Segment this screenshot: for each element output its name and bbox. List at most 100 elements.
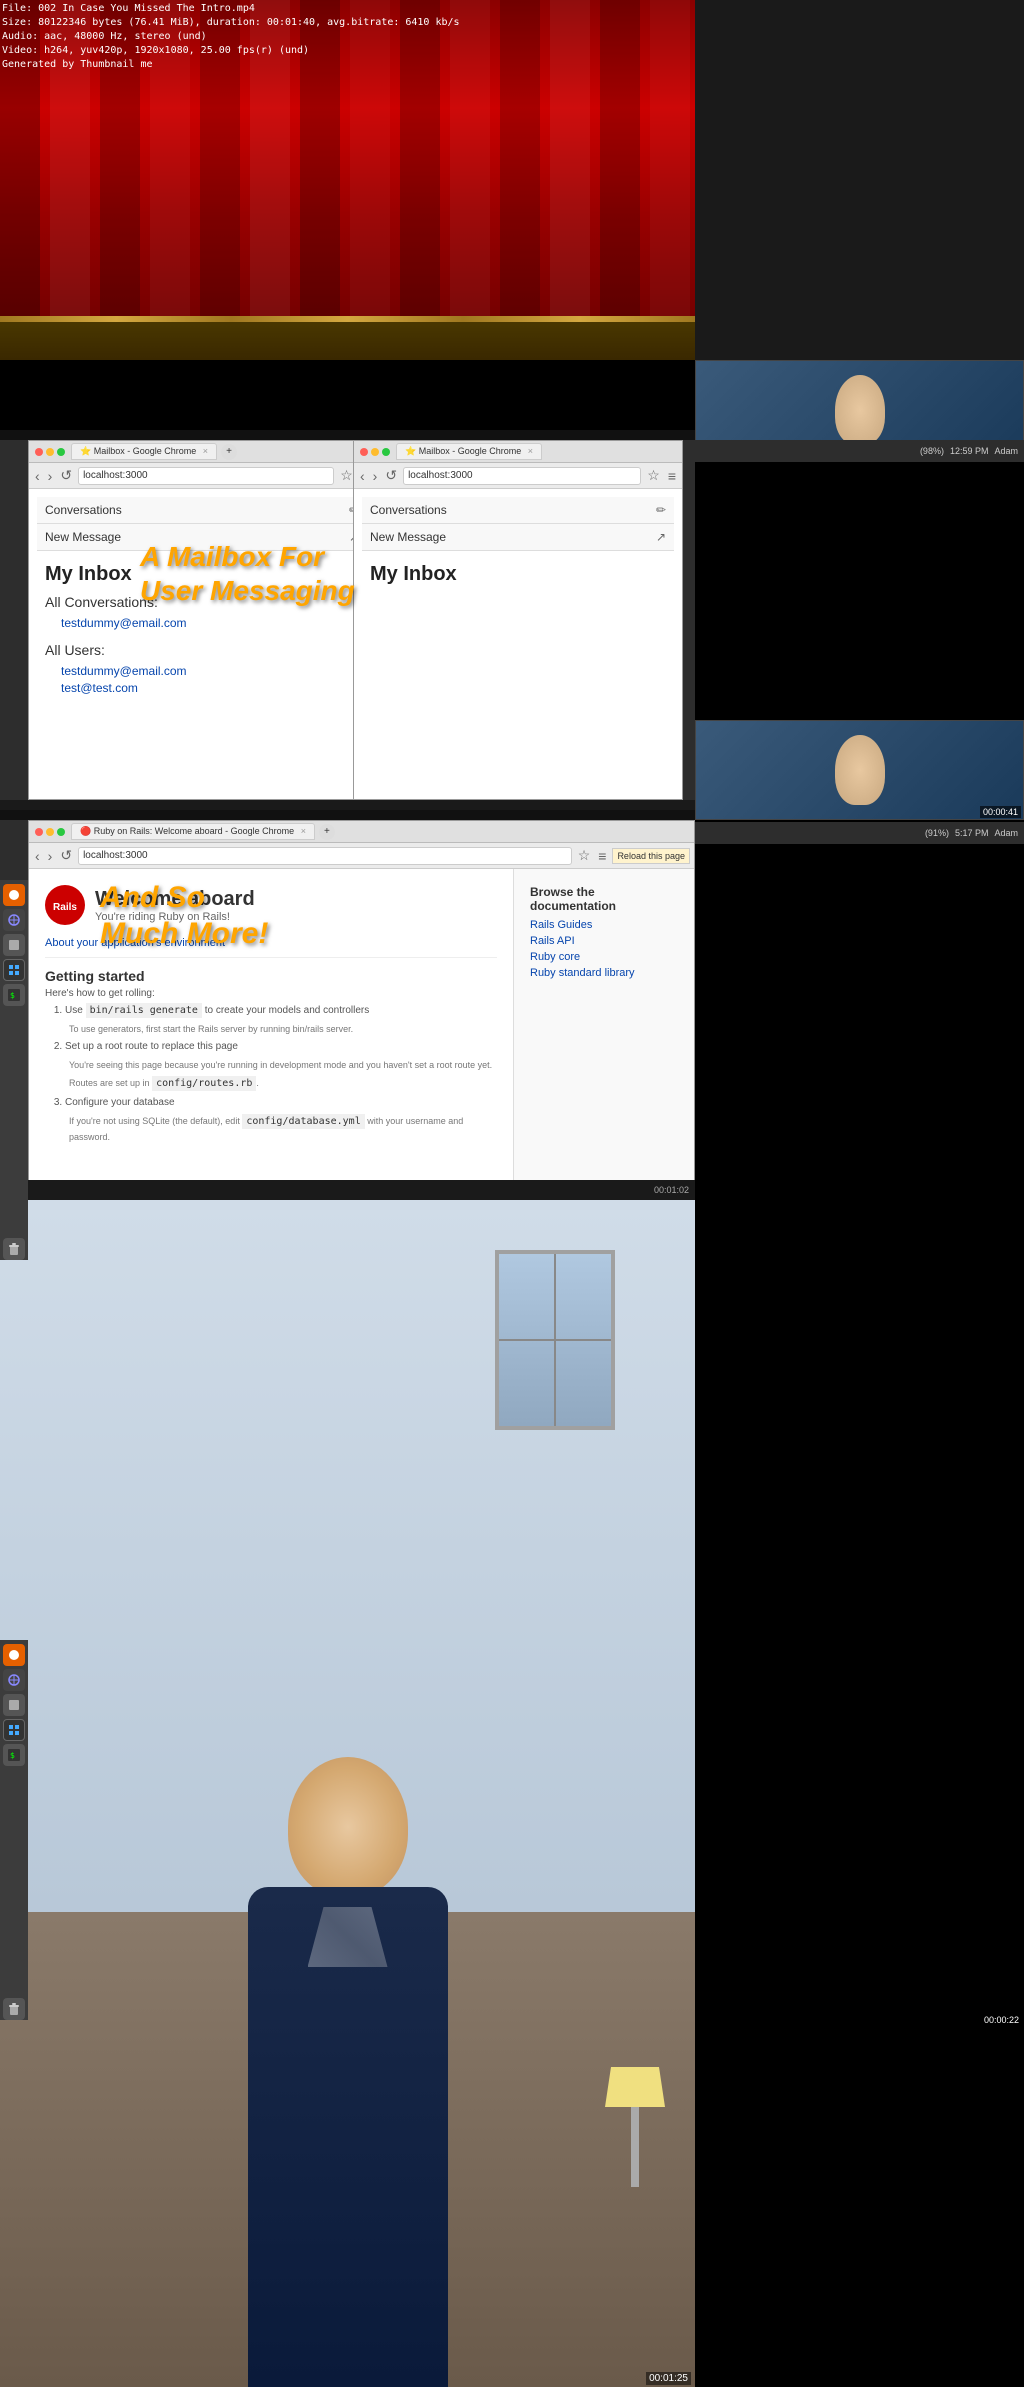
conversation-email-1[interactable]: testdummy@email.com (61, 616, 359, 630)
close-button-right[interactable] (360, 448, 368, 456)
curtain-trim (0, 316, 695, 322)
mailbox-content-left: Conversations ✏ New Message ↗ My Inbox A… (29, 489, 375, 799)
rails-maximize-button[interactable] (57, 828, 65, 836)
system-tray-1: (98%) 12:59 PM Adam (694, 440, 1024, 462)
linux-taskbar: $ (0, 880, 28, 1260)
rails-new-tab-button[interactable]: + (319, 824, 335, 840)
forward-button[interactable]: › (46, 468, 55, 484)
rails-forward-button[interactable]: › (46, 848, 55, 864)
address-bar-right[interactable] (403, 467, 641, 485)
rails-step-1: Use bin/rails generate to create your mo… (65, 1003, 497, 1036)
curtain-fold (600, 0, 640, 360)
taskbar-icon-home[interactable] (3, 884, 25, 906)
taskbar-icon-apps[interactable] (3, 959, 25, 981)
doc-link-api[interactable]: Rails API (530, 935, 678, 947)
taskbar-icon-trash[interactable] (3, 1238, 25, 1260)
file-info-line5: Generated by Thumbnail me (2, 58, 460, 72)
person-video-bg (0, 1200, 695, 2387)
rails-minimize-button[interactable] (46, 828, 54, 836)
conversations-nav-right[interactable]: Conversations ✏ (362, 497, 674, 524)
taskbar-icon-terminal[interactable]: $ (3, 984, 25, 1006)
rails-taskbar-icon-home[interactable] (3, 1644, 25, 1666)
getting-started-title: Getting started (45, 968, 497, 984)
window-controls-right (360, 448, 390, 456)
tab-close-icon-right[interactable]: × (528, 446, 533, 456)
rails-close-button[interactable] (35, 828, 43, 836)
address-bar-left[interactable] (78, 467, 334, 485)
rails-back-button[interactable]: ‹ (33, 848, 42, 864)
rails-step-3-label: Configure your database (65, 1097, 175, 1108)
rails-tab-active[interactable]: 🔴 Ruby on Rails: Welcome aboard - Google… (71, 823, 315, 840)
curtain-fold (500, 0, 540, 360)
forward-button-right[interactable]: › (371, 468, 380, 484)
doc-link-stdlib[interactable]: Ruby standard library (530, 967, 678, 979)
rails-favicon: 🔴 (80, 826, 91, 836)
browser-tab-active[interactable]: ⭐ Mailbox - Google Chrome × (71, 443, 217, 460)
timestamp-rails: 00:01:02 (654, 1185, 689, 1195)
conversations-nav[interactable]: Conversations ✏ (37, 497, 367, 524)
doc-link-ruby[interactable]: Ruby core (530, 951, 678, 963)
browser-tab-right[interactable]: ⭐ Mailbox - Google Chrome × (396, 443, 542, 460)
rails-star-button[interactable]: ☆ (576, 847, 593, 864)
svg-text:$: $ (10, 1751, 15, 1760)
rails-taskbar-icon-files[interactable] (3, 1694, 25, 1716)
new-message-label-right: New Message (370, 530, 446, 544)
rails-taskbar-icon-trash[interactable] (3, 1998, 25, 2020)
mailbox-content-right: Conversations ✏ New Message ↗ My Inbox (354, 489, 682, 799)
menu-button-right[interactable]: ≡ (666, 468, 678, 484)
maximize-button-right[interactable] (382, 448, 390, 456)
reload-this-page-button[interactable]: Reload this page (612, 848, 690, 864)
stage-floor (0, 320, 695, 360)
all-users-label: All Users: (45, 642, 359, 658)
maximize-button[interactable] (57, 448, 65, 456)
rails-step-3-note: If you're not using SQLite (the default)… (65, 1114, 497, 1144)
close-button[interactable] (35, 448, 43, 456)
tab-close-icon[interactable]: × (203, 446, 208, 456)
rails-address-bar[interactable] (78, 847, 572, 865)
rails-menu-button[interactable]: ≡ (596, 848, 608, 864)
rails-taskbar-icon-terminal[interactable]: $ (3, 1744, 25, 1766)
browser-titlebar-left: ⭐ Mailbox - Google Chrome × + (29, 441, 375, 463)
minimize-button-right[interactable] (371, 448, 379, 456)
user-email-2[interactable]: test@test.com (61, 681, 359, 695)
rails-step-2-note1: You're seeing this page because you're r… (65, 1058, 497, 1072)
rails-taskbar-icon-browser[interactable] (3, 1669, 25, 1691)
rails-reload-button[interactable]: ↺ (58, 847, 74, 864)
rails-taskbar-icon-apps[interactable] (3, 1719, 25, 1741)
rails-logo: Rails (45, 885, 85, 925)
rails-step-2-note2: Routes are set up in config/routes.rb. (65, 1076, 497, 1092)
doc-title: Browse the documentation (530, 885, 678, 913)
rails-browser-window: 🔴 Ruby on Rails: Welcome aboard - Google… (28, 820, 695, 1195)
file-info-line2: Size: 80122346 bytes (76.41 MiB), durati… (2, 16, 460, 30)
overlay-rails-line1: And So (100, 880, 268, 916)
minimize-button[interactable] (46, 448, 54, 456)
svg-text:$: $ (10, 991, 15, 1000)
reload-button[interactable]: ↺ (58, 467, 74, 484)
reload-button-right[interactable]: ↺ (383, 467, 399, 484)
browser-tab-favicon-right: ⭐ (405, 446, 416, 456)
back-button[interactable]: ‹ (33, 468, 42, 484)
taskbar-icon-browser[interactable] (3, 909, 25, 931)
battery-indicator-2: (91%) (925, 828, 949, 838)
room-window (495, 1250, 615, 1430)
taskbar-icon-files[interactable] (3, 934, 25, 956)
back-button-right[interactable]: ‹ (358, 468, 367, 484)
divider (45, 957, 497, 958)
users-section: All Users: testdummy@email.com test@test… (45, 642, 359, 695)
user-email-1[interactable]: testdummy@email.com (61, 664, 359, 678)
overlay-rails-text: And So Much More! (100, 880, 268, 952)
new-tab-button[interactable]: + (221, 444, 237, 460)
inbox-section-right: My Inbox (362, 551, 674, 598)
getting-started-sub: Here's how to get rolling: (45, 988, 497, 999)
timestamp-1: 00:00:22 (981, 2014, 1022, 2026)
curtain-fold (650, 0, 690, 360)
compose-icon-right[interactable]: ✏ (656, 503, 666, 517)
star-button-right[interactable]: ☆ (645, 467, 662, 484)
new-message-nav-right[interactable]: New Message ↗ (362, 524, 674, 551)
overlay-mailbox-line1: A Mailbox For (140, 540, 355, 574)
new-message-icon-right[interactable]: ↗ (656, 530, 666, 544)
rails-tab-close-icon[interactable]: × (301, 826, 306, 836)
room-lamp (605, 2067, 665, 2187)
doc-link-guides[interactable]: Rails Guides (530, 919, 678, 931)
rails-titlebar: 🔴 Ruby on Rails: Welcome aboard - Google… (29, 821, 694, 843)
